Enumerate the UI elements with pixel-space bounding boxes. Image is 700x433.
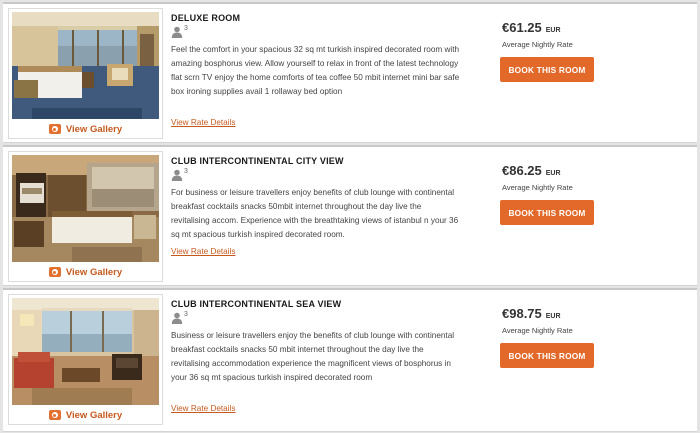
room-photo-frame: View Gallery xyxy=(8,8,163,139)
room-card: View Gallery CLUB INTERCONTINENTAL SEA V… xyxy=(3,288,697,432)
nightly-price: €61.25 xyxy=(502,20,542,35)
price-caption: Average Nightly Rate xyxy=(502,40,573,49)
book-this-room-button[interactable]: BOOK THIS ROOM xyxy=(500,200,594,225)
camera-icon xyxy=(48,124,61,134)
view-gallery-link[interactable]: View Gallery xyxy=(9,263,162,281)
price-caption: Average Nightly Rate xyxy=(502,183,573,192)
book-this-room-button[interactable]: BOOK THIS ROOM xyxy=(500,343,594,368)
price-block: €61.25 EUR xyxy=(502,20,561,35)
view-rate-details-link[interactable]: View Rate Details xyxy=(171,118,235,127)
view-gallery-label: View Gallery xyxy=(65,123,123,135)
room-photo[interactable] xyxy=(12,155,159,262)
currency-code: EUR xyxy=(545,27,561,34)
person-icon xyxy=(171,26,183,38)
nightly-price: €98.75 xyxy=(502,306,542,321)
room-photo-frame: View Gallery xyxy=(8,294,163,425)
view-gallery-link[interactable]: View Gallery xyxy=(9,120,162,138)
room-card: View Gallery CLUB INTERCONTINENTAL CITY … xyxy=(3,145,697,286)
camera-icon xyxy=(48,267,61,277)
occupancy-count: 3 xyxy=(184,168,188,175)
view-rate-details-link[interactable]: View Rate Details xyxy=(171,404,235,413)
occupancy-count: 3 xyxy=(184,25,188,32)
room-title: CLUB INTERCONTINENTAL SEA VIEW xyxy=(171,299,342,309)
max-occupancy: 3 xyxy=(171,168,188,183)
room-photo[interactable] xyxy=(12,12,159,119)
nightly-price: €86.25 xyxy=(502,163,542,178)
occupancy-count: 3 xyxy=(184,311,188,318)
room-description: For business or leisure travellers enjoy… xyxy=(171,188,459,239)
room-photo[interactable] xyxy=(12,298,159,405)
price-block: €86.25 EUR xyxy=(502,163,561,178)
price-caption: Average Nightly Rate xyxy=(502,326,573,335)
room-title: DELUXE ROOM xyxy=(171,13,241,23)
currency-code: EUR xyxy=(545,170,561,177)
max-occupancy: 3 xyxy=(171,25,188,40)
view-rate-details-link[interactable]: View Rate Details xyxy=(171,247,235,256)
person-icon xyxy=(171,312,183,324)
view-gallery-link[interactable]: View Gallery xyxy=(9,406,162,424)
room-description: Business or leisure travellers enjoy the… xyxy=(171,331,455,382)
person-icon xyxy=(171,169,183,181)
price-block: €98.75 EUR xyxy=(502,306,561,321)
room-description: Feel the comfort in your spacious 32 sq … xyxy=(171,45,460,96)
book-this-room-button[interactable]: BOOK THIS ROOM xyxy=(500,57,594,82)
room-card: View Gallery DELUXE ROOM 3 Feel the comf… xyxy=(3,2,697,143)
max-occupancy: 3 xyxy=(171,311,188,326)
camera-icon xyxy=(48,410,61,420)
room-title: CLUB INTERCONTINENTAL CITY VIEW xyxy=(171,156,344,166)
view-gallery-label: View Gallery xyxy=(65,266,123,278)
view-gallery-label: View Gallery xyxy=(65,409,123,421)
currency-code: EUR xyxy=(545,313,561,320)
room-photo-frame: View Gallery xyxy=(8,151,163,282)
